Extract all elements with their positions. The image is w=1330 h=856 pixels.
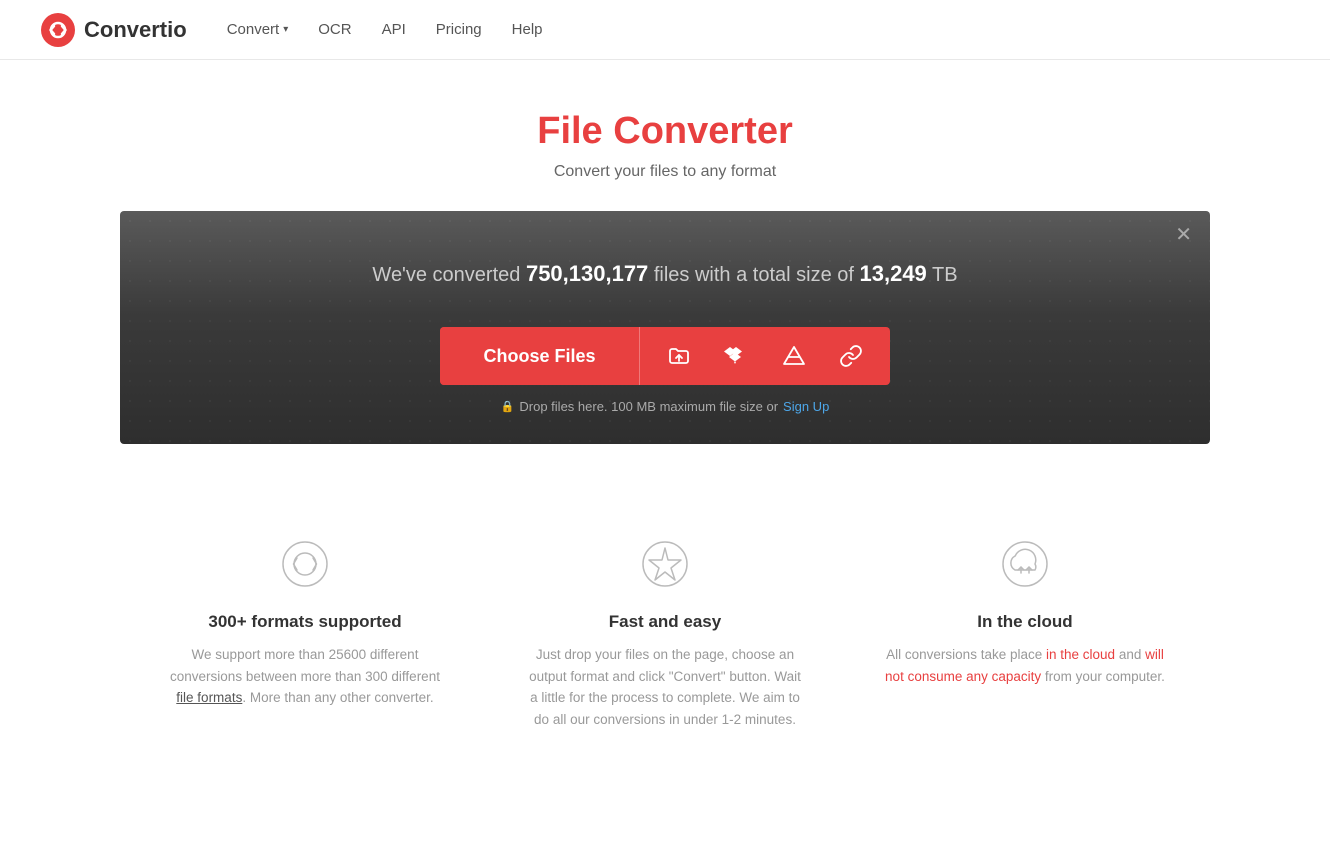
feature-fast-desc: Just drop your files on the page, choose… <box>525 644 805 730</box>
nav-pricing[interactable]: Pricing <box>436 21 482 38</box>
feature-cloud-desc: All conversions take place in the cloud … <box>885 644 1165 687</box>
fast-icon <box>635 534 695 594</box>
converter-box: ✕ We've converted 750,130,177 files with… <box>120 211 1210 444</box>
feature-cloud: In the cloud All conversions take place … <box>885 534 1165 730</box>
stats-row: We've converted 750,130,177 files with a… <box>120 211 1210 327</box>
feature-fast-title: Fast and easy <box>525 612 805 632</box>
feature-cloud-title: In the cloud <box>885 612 1165 632</box>
google-drive-button[interactable] <box>774 336 814 376</box>
feature-formats-title: 300+ formats supported <box>165 612 445 632</box>
nav-api[interactable]: API <box>382 21 406 38</box>
feature-formats-desc: We support more than 25600 different con… <box>165 644 445 709</box>
nav-help[interactable]: Help <box>512 21 543 38</box>
logo-text: Convertio <box>84 17 187 43</box>
folder-upload-button[interactable] <box>659 336 699 376</box>
signup-link[interactable]: Sign Up <box>783 399 829 414</box>
lock-icon: 🔒 <box>501 400 515 413</box>
upload-icon-btns <box>640 327 890 385</box>
choose-btn-row: Choose Files <box>440 327 890 385</box>
hero-section: File Converter Convert your files to any… <box>0 60 1330 211</box>
page-title: File Converter <box>20 110 1310 153</box>
drop-text: Drop files here. 100 MB maximum file siz… <box>519 399 778 414</box>
main-nav: Convert ▾ OCR API Pricing Help <box>227 21 543 38</box>
logo-icon <box>40 12 76 48</box>
close-button[interactable]: ✕ <box>1175 225 1192 245</box>
feature-fast: Fast and easy Just drop your files on th… <box>525 534 805 730</box>
stats-size: 13,249 <box>860 261 927 286</box>
choose-files-button[interactable]: Choose Files <box>440 327 640 385</box>
cloud-icon <box>995 534 1055 594</box>
drop-info: 🔒 Drop files here. 100 MB maximum file s… <box>501 399 830 414</box>
url-upload-button[interactable] <box>831 336 871 376</box>
hero-subtitle: Convert your files to any format <box>20 163 1310 181</box>
feature-formats: 300+ formats supported We support more t… <box>165 534 445 730</box>
formats-icon <box>275 534 335 594</box>
features-section: 300+ formats supported We support more t… <box>65 494 1265 790</box>
file-formats-link[interactable]: file formats <box>176 690 242 705</box>
stats-count: 750,130,177 <box>526 261 648 286</box>
logo[interactable]: Convertio <box>40 12 187 48</box>
chevron-down-icon: ▾ <box>283 24 288 35</box>
nav-ocr[interactable]: OCR <box>318 21 351 38</box>
choose-section: Choose Files <box>120 327 1210 444</box>
nav-convert[interactable]: Convert ▾ <box>227 21 289 38</box>
dropbox-button[interactable] <box>716 336 756 376</box>
